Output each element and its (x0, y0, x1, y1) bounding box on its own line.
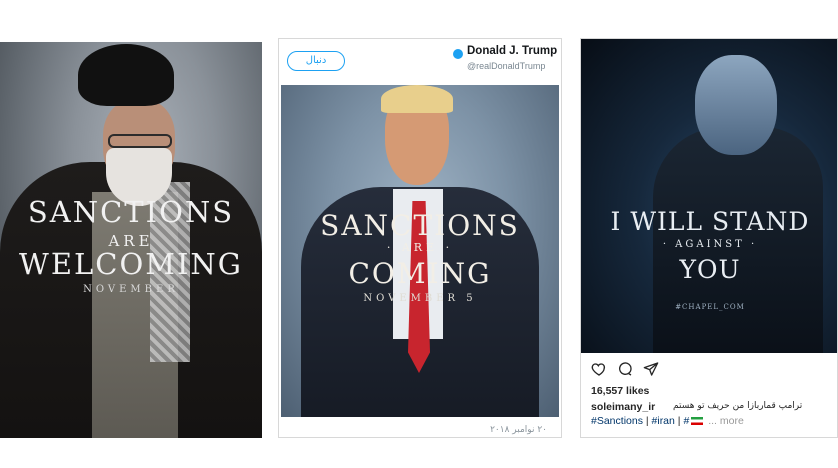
poster-subline: NOVEMBER (83, 284, 179, 295)
post-hashtags: #Sanctions | #iran | # ... more (591, 415, 744, 427)
tweet-card: دنبال Donald J. Trump @realDonaldTrump S… (278, 38, 562, 438)
more-link[interactable]: ... more (708, 415, 744, 427)
post-caption: ترامپ قماربازا من حریف تو هستم (673, 401, 803, 411)
hashtag-flag[interactable]: # (683, 415, 689, 427)
verified-badge-icon (453, 49, 463, 59)
heart-icon[interactable] (591, 361, 607, 377)
poster-headline-line3: YOU (679, 255, 741, 284)
follow-button[interactable]: دنبال (287, 51, 345, 71)
comment-icon[interactable] (617, 361, 633, 377)
poster-headline-line1: I WILL STAND (610, 207, 810, 236)
poster-headline-line1: SANCTIONS (27, 195, 235, 229)
poster-headline-line3: COMING (348, 257, 492, 290)
hashtag-iran[interactable]: #iran (652, 415, 675, 427)
post-username[interactable]: soleimany_ir (591, 401, 655, 413)
poster-sanctions-welcoming: SANCTIONS ARE WELCOMING NOVEMBER (0, 42, 262, 438)
poster-watermark: #CHAPEL_COM (675, 303, 745, 311)
poster-headline-line1: SANCTIONS (320, 209, 520, 242)
hashtag-sanctions[interactable]: #Sanctions (591, 415, 643, 427)
figure-head (695, 55, 777, 155)
figure-turban (78, 44, 174, 106)
iran-flag-icon (691, 417, 704, 426)
poster-headline-line2: · AGAINST · (662, 239, 758, 250)
share-icon[interactable] (643, 361, 659, 377)
tweet-image[interactable]: SANCTIONS · ARE · COMING NOVEMBER 5 (281, 85, 559, 417)
instagram-image[interactable]: I WILL STAND · AGAINST · YOU #CHAPEL_COM (581, 39, 837, 353)
tweet-author-name[interactable]: Donald J. Trump (467, 45, 557, 57)
instagram-post: I WILL STAND · AGAINST · YOU #CHAPEL_COM… (580, 38, 838, 438)
poster-headline-line2: · ARE · (386, 241, 454, 254)
poster-headline-line3: WELCOMING (19, 247, 243, 281)
likes-count[interactable]: 16,557 likes (591, 385, 649, 397)
tweet-author-handle[interactable]: @realDonaldTrump (467, 61, 545, 71)
poster-subline: NOVEMBER 5 (363, 293, 477, 304)
tweet-date: ۲۰ نوامبر ۲۰۱۸ (490, 425, 547, 435)
figure-glasses (108, 134, 172, 148)
figure-hair (381, 85, 453, 113)
